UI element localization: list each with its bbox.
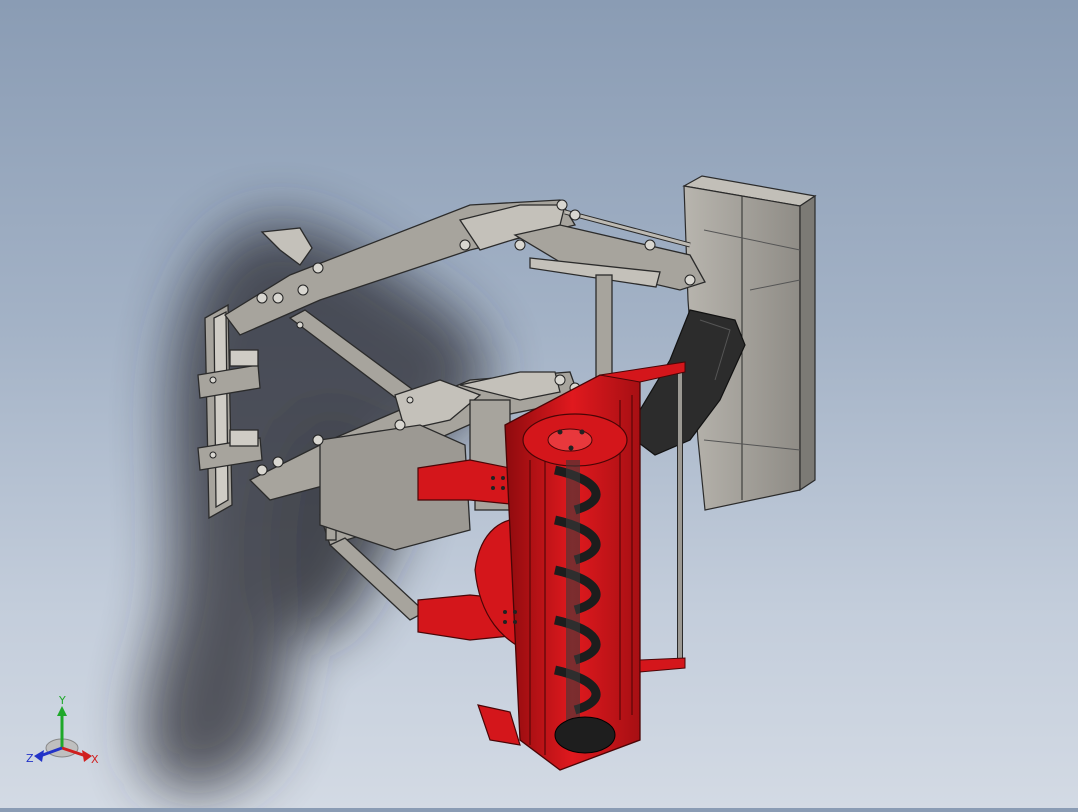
z-axis-label: Z (26, 752, 34, 765)
orientation-triad[interactable]: Y X Z (24, 692, 106, 772)
y-axis-head (57, 706, 67, 716)
x-axis-label: X (91, 753, 99, 766)
model-view[interactable] (0, 0, 1078, 808)
graphics-viewport[interactable]: Y X Z (0, 0, 1078, 808)
y-axis-label: Y (58, 694, 66, 707)
z-axis-head (34, 750, 44, 762)
